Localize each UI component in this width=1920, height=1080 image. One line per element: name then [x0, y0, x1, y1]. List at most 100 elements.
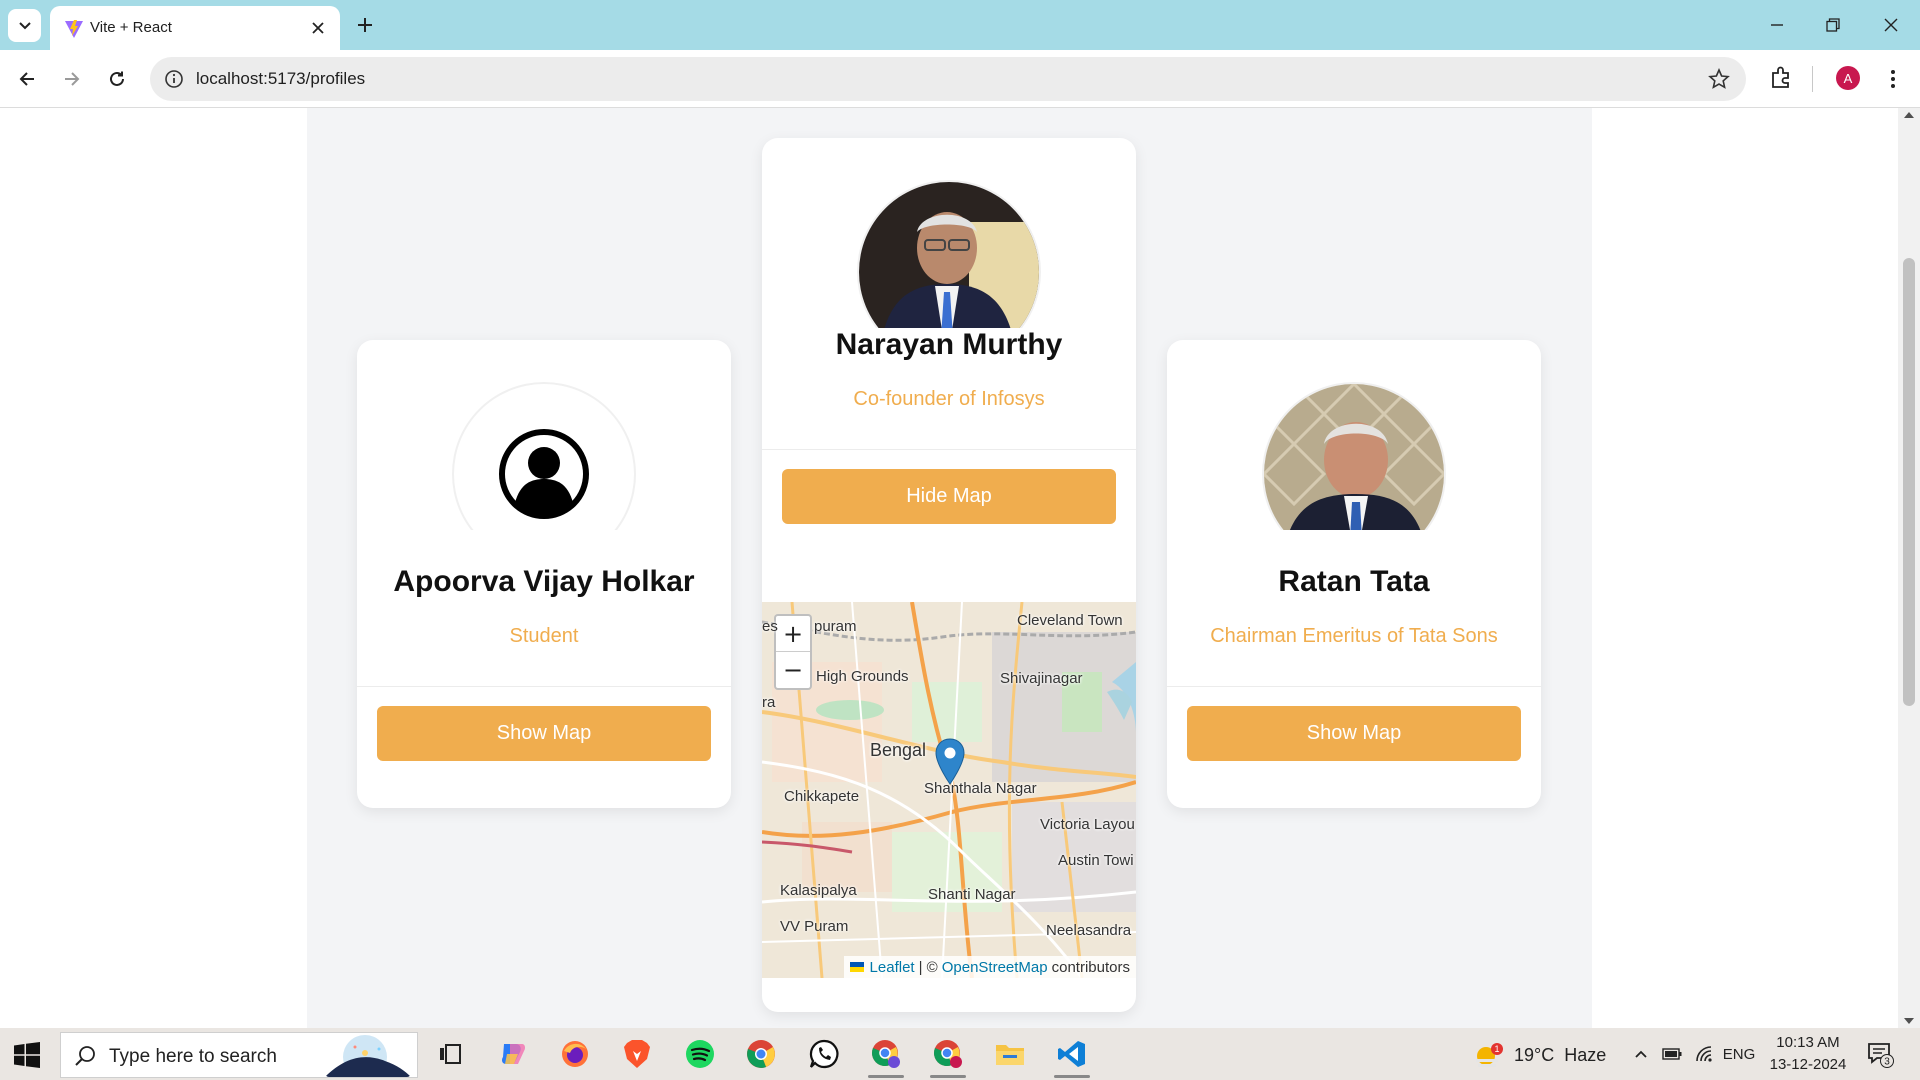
card-divider — [1167, 686, 1541, 687]
profile-photo — [1260, 380, 1448, 530]
notifications-icon[interactable]: 3 — [1866, 1040, 1894, 1068]
scroll-down-arrow-icon[interactable] — [1904, 1018, 1914, 1024]
vite-logo-icon — [65, 20, 83, 38]
copilot-button[interactable] — [493, 1034, 533, 1074]
map-label: High Grounds — [816, 668, 909, 685]
windows-taskbar: Type here to search 1 19°C Haze ENG 10:1… — [0, 1028, 1920, 1080]
browser-menu-button[interactable] — [1882, 65, 1904, 93]
whatsapp-icon — [809, 1039, 839, 1069]
leaflet-link[interactable]: Leaflet — [870, 959, 915, 976]
tab-search-button[interactable] — [8, 9, 41, 42]
network-status[interactable] — [1692, 1042, 1716, 1066]
show-map-button[interactable]: Show Map — [377, 706, 711, 761]
spotify-button[interactable] — [680, 1034, 720, 1074]
chrome-profile-button[interactable] — [866, 1034, 906, 1078]
search-highlight-image[interactable] — [325, 1035, 411, 1077]
profile-card: Narayan Murthy Co-founder of Infosys Hid… — [762, 138, 1136, 1012]
map-label: Austin Towi — [1058, 852, 1134, 869]
profile-photo — [855, 178, 1043, 328]
forward-button[interactable] — [56, 63, 88, 95]
bookmark-star-icon[interactable] — [1708, 68, 1730, 90]
page-viewport: Apoorva Vijay Holkar Student Show Map Na… — [0, 108, 1920, 1028]
reload-button[interactable] — [101, 63, 133, 95]
card-divider — [357, 686, 731, 687]
minimize-button[interactable] — [1762, 10, 1792, 40]
profile-name: Apoorva Vijay Holkar — [393, 565, 695, 598]
plus-icon — [358, 18, 372, 32]
address-bar[interactable]: localhost:5173/profiles — [150, 57, 1746, 101]
attribution-suffix: contributors — [1051, 958, 1130, 976]
browser-tab[interactable]: Vite + React — [50, 6, 340, 50]
new-tab-button[interactable] — [352, 12, 378, 38]
tab-close-button[interactable] — [308, 18, 328, 38]
extensions-icon[interactable] — [1767, 64, 1795, 92]
profile-avatar[interactable]: A — [1836, 66, 1860, 90]
arrow-left-icon — [19, 72, 34, 86]
weather-widget[interactable]: 1 19°C Haze — [1474, 1042, 1606, 1068]
tab-title: Vite + React — [90, 19, 172, 36]
scroll-up-arrow-icon[interactable] — [1904, 112, 1914, 118]
browser-titlebar: Vite + React — [0, 0, 1920, 50]
chrome-profile-active-button[interactable] — [928, 1034, 968, 1078]
hide-map-button[interactable]: Hide Map — [782, 469, 1116, 524]
input-language[interactable]: ENG — [1722, 1042, 1756, 1066]
default-user-icon — [499, 429, 589, 519]
chevron-up-icon — [1635, 1050, 1647, 1058]
chrome-icon — [747, 1040, 775, 1068]
file-explorer-button[interactable] — [990, 1034, 1030, 1074]
chrome-profile-icon — [872, 1040, 900, 1068]
map-label: Shivajinagar — [1000, 670, 1083, 687]
zoom-out-button[interactable]: − — [776, 652, 810, 688]
clock-date: 13-12-2024 — [1769, 1056, 1847, 1073]
site-info-icon[interactable] — [164, 69, 184, 89]
profile-photo — [450, 380, 638, 530]
restore-icon — [1826, 18, 1840, 32]
toolbar-separator — [1812, 66, 1813, 92]
chevron-down-icon — [18, 21, 31, 29]
map-label: Kalasipalya — [780, 882, 857, 899]
task-view-button[interactable] — [430, 1034, 470, 1074]
restore-button[interactable] — [1818, 10, 1848, 40]
openstreetmap-link[interactable]: OpenStreetMap — [942, 959, 1048, 976]
windows-start-icon[interactable] — [14, 1042, 40, 1068]
vertical-scrollbar[interactable] — [1898, 108, 1920, 1028]
back-button[interactable] — [11, 63, 43, 95]
show-map-button[interactable]: Show Map — [1187, 706, 1521, 761]
location-marker-icon[interactable] — [935, 738, 965, 786]
map-label: Cleveland Town — [1017, 612, 1123, 629]
vscode-button[interactable] — [1052, 1034, 1092, 1078]
search-icon — [75, 1046, 95, 1066]
firefox-icon — [562, 1041, 588, 1067]
zoom-in-button[interactable]: + — [776, 616, 810, 652]
taskbar-search-placeholder[interactable]: Type here to search — [109, 1046, 277, 1068]
arrow-right-icon — [65, 72, 80, 86]
url-text[interactable]: localhost:5173/profiles — [196, 69, 365, 89]
map-attribution: Leaflet | © OpenStreetMap contributors — [843, 956, 1136, 978]
taskbar-search-box[interactable]: Type here to search — [60, 1032, 418, 1078]
battery-icon — [1662, 1048, 1682, 1060]
brave-button[interactable] — [617, 1034, 657, 1074]
profile-role: Chairman Emeritus of Tata Sons — [1210, 625, 1498, 647]
profile-card: Ratan Tata Chairman Emeritus of Tata Son… — [1167, 340, 1541, 808]
whatsapp-button[interactable] — [804, 1034, 844, 1074]
location-map[interactable]: + − puram Cleveland Town High Grounds Sh… — [762, 602, 1136, 978]
wifi-icon — [1696, 1046, 1712, 1062]
portrait-photo — [859, 182, 1039, 328]
scroll-thumb[interactable] — [1903, 258, 1915, 706]
weather-text[interactable]: 19°C Haze — [1514, 1045, 1606, 1066]
map-label: ra — [762, 694, 776, 711]
profile-name: Narayan Murthy — [835, 328, 1063, 361]
close-window-button[interactable] — [1876, 10, 1906, 40]
map-label: es — [762, 618, 778, 635]
copilot-icon — [502, 1044, 526, 1064]
show-hidden-icons-button[interactable] — [1630, 1042, 1652, 1066]
battery-status[interactable] — [1660, 1042, 1684, 1066]
task-view-icon — [440, 1044, 461, 1064]
map-label: puram — [814, 618, 857, 635]
firefox-button[interactable] — [555, 1034, 595, 1074]
chrome-button[interactable] — [741, 1034, 781, 1074]
brave-icon — [624, 1040, 650, 1068]
browser-toolbar: localhost:5173/profiles A — [0, 50, 1920, 108]
profile-role: Co-founder of Infosys — [853, 388, 1045, 410]
system-clock[interactable]: 10:13 AM 13-12-2024 — [1760, 1032, 1856, 1076]
